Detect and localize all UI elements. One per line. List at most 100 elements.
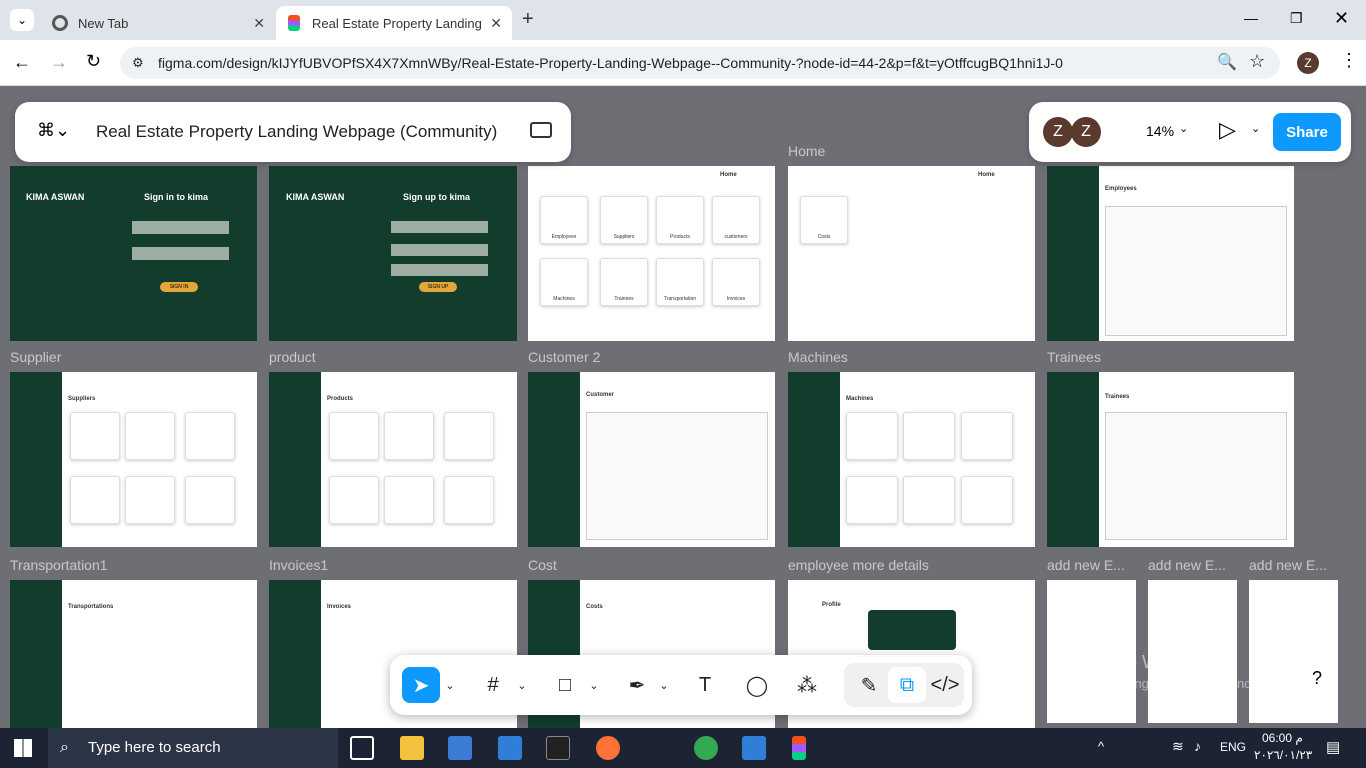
comment-tool-icon[interactable]: ◯ (738, 667, 776, 703)
notification-icon[interactable]: ▤ (1326, 738, 1340, 756)
card: Trainees (600, 258, 648, 306)
actions-icon[interactable]: ⁂ (788, 667, 826, 703)
close-icon[interactable]: ✕ (253, 15, 265, 32)
pen-tool-icon[interactable]: ✒ (618, 667, 656, 703)
draw-mode-icon[interactable]: ✎ (850, 667, 888, 703)
file-title[interactable]: Real Estate Property Landing Webpage (Co… (96, 122, 497, 142)
avatar[interactable]: Z (1071, 117, 1101, 147)
close-window-icon[interactable]: ✕ (1334, 8, 1349, 29)
store-icon[interactable] (448, 736, 472, 760)
frame-machines[interactable]: Machines (788, 372, 1035, 547)
menu-icon[interactable]: ⋮ (1340, 50, 1358, 71)
windows-start-icon[interactable] (14, 739, 32, 757)
app-icon[interactable] (742, 736, 766, 760)
password-field (391, 244, 488, 256)
minimize-icon[interactable]: — (1244, 10, 1258, 26)
card (329, 412, 379, 460)
frame-add-new-3[interactable] (1249, 580, 1338, 723)
taskbar-search[interactable]: ⌕ Type here to search (48, 728, 338, 768)
chevron-down-icon[interactable]: ⌄ (586, 667, 602, 703)
frame-transportation[interactable]: Transportations (10, 580, 257, 728)
firefox-icon[interactable] (596, 736, 620, 760)
card (125, 412, 175, 460)
zoom-icon[interactable]: 🔍 (1217, 52, 1237, 72)
chevron-down-icon[interactable]: ⌄ (1179, 122, 1188, 135)
signup-button: SIGN UP (419, 282, 457, 292)
share-button[interactable]: Share (1273, 113, 1341, 151)
chrome-icon (52, 15, 68, 31)
card (185, 412, 235, 460)
frame-dashboard[interactable]: Home Employees Suppliers Products custom… (528, 166, 775, 341)
frame-home[interactable]: Home Costs (788, 166, 1035, 341)
frame-product[interactable]: Products (269, 372, 517, 547)
clock-date[interactable]: ٢٠٢٦/٠١/٢٣ (1254, 748, 1312, 762)
volume-icon[interactable]: ♪ (1194, 738, 1201, 754)
url-field[interactable]: ⚙ figma.com/design/kIJYfUBVOPfSX4X7XmnWB… (120, 47, 1280, 79)
frame-trainees[interactable]: Trainees (1047, 372, 1294, 547)
card: Employees (540, 196, 588, 244)
card (903, 476, 955, 524)
tab-search-button[interactable]: ⌄ (10, 9, 34, 31)
card: customers (712, 196, 760, 244)
chevron-down-icon[interactable]: ⌄ (442, 667, 458, 703)
file-explorer-icon[interactable] (400, 736, 424, 760)
table (586, 412, 768, 540)
chevron-down-icon[interactable]: ⌄ (514, 667, 530, 703)
sidebar (1047, 166, 1099, 341)
frame-label: Machines (788, 349, 848, 365)
chevron-down-icon[interactable]: ⌄ (656, 667, 672, 703)
card (444, 476, 494, 524)
card (70, 412, 120, 460)
chevron-down-icon[interactable]: ⌄ (1251, 122, 1260, 135)
sidebar (1047, 372, 1099, 547)
help-button[interactable]: ? (1300, 661, 1334, 695)
panel-toggle-icon[interactable] (530, 122, 552, 138)
frame-tool-icon[interactable]: # (474, 667, 512, 703)
tab-figma[interactable]: Real Estate Property Landing W ✕ (276, 6, 512, 40)
tab-new-tab[interactable]: New Tab ✕ (40, 6, 275, 40)
reload-icon[interactable]: ↻ (86, 51, 101, 72)
card (384, 412, 434, 460)
zoom-level[interactable]: 14% (1146, 123, 1174, 139)
frame-sign-up[interactable]: KIMA ASWAN Sign up to kima SIGN UP (269, 166, 517, 341)
frame-sign-in[interactable]: KIMA ASWAN Sign in to kima SIGN IN (10, 166, 257, 341)
restore-icon[interactable]: ❐ (1290, 10, 1303, 27)
card (185, 476, 235, 524)
forward-icon[interactable]: → (50, 52, 68, 73)
present-play-icon[interactable]: ▷ (1219, 117, 1236, 143)
chrome-icon[interactable] (694, 736, 718, 760)
language-indicator[interactable]: ENG (1220, 740, 1246, 754)
rectangle-tool-icon[interactable]: □ (546, 667, 584, 703)
figma-file-header: ⌘⌄ Real Estate Property Landing Webpage … (15, 102, 571, 162)
figma-icon[interactable] (792, 736, 806, 760)
frame-label: employee more details (788, 557, 929, 573)
frame-heading: Machines (846, 396, 874, 402)
text-tool-icon[interactable]: T (686, 667, 724, 703)
frame-employees[interactable]: Employees (1047, 166, 1294, 341)
mail-icon[interactable] (498, 736, 522, 760)
move-tool-icon[interactable]: ➤ (402, 667, 440, 703)
profile-avatar[interactable]: Z (1297, 52, 1319, 74)
site-info-icon[interactable]: ⚙ (132, 47, 144, 79)
bookmark-star-icon[interactable]: ☆ (1249, 51, 1265, 72)
dev-mode-icon[interactable]: </> (926, 667, 964, 703)
close-icon[interactable]: ✕ (490, 15, 502, 32)
card: Costs (800, 196, 848, 244)
chevron-up-icon[interactable]: ^ (1098, 739, 1104, 754)
network-icon[interactable]: ≋ (1172, 738, 1184, 755)
avatar[interactable]: Z (1043, 117, 1073, 147)
back-icon[interactable]: ← (13, 52, 31, 73)
figma-menu-icon[interactable]: ⌘⌄ (37, 120, 70, 141)
design-mode-icon[interactable]: ⧉ (888, 667, 926, 703)
figma-canvas[interactable]: Home KIMA ASWAN Sign in to kima SIGN IN … (0, 87, 1366, 728)
sidebar (10, 372, 62, 547)
new-tab-button[interactable]: + (522, 8, 534, 31)
task-view-icon[interactable] (350, 736, 374, 760)
clock-time[interactable]: 06:00 م (1262, 731, 1303, 745)
frame-supplier[interactable]: Suppliers (10, 372, 257, 547)
frame-customer[interactable]: Customer (528, 372, 775, 547)
card (961, 476, 1013, 524)
search-icon: ⌕ (60, 739, 69, 756)
table (1105, 412, 1287, 540)
app-icon[interactable] (546, 736, 570, 760)
